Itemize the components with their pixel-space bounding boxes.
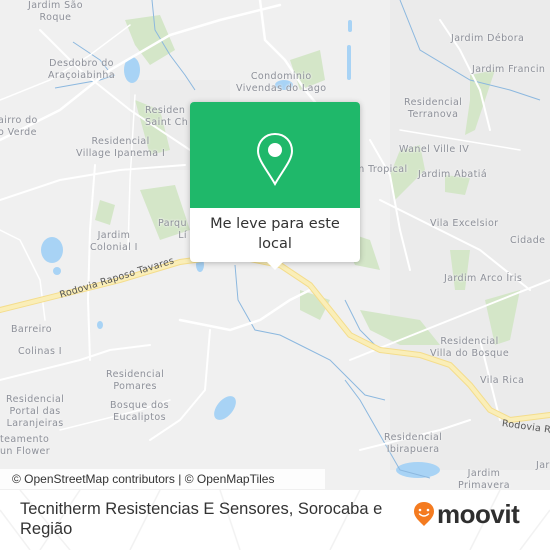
moovit-logo[interactable]: moovit: [413, 499, 520, 529]
place-label-bosque-dos-eucaliptos: Bosque dos Eucaliptos: [110, 400, 169, 423]
place-label-bairro-do-verde: airro do o Verde: [0, 115, 38, 138]
place-label-vila-excelsior: Vila Excelsior: [430, 218, 499, 229]
place-label-residencial-pomares: Residencial Pomares: [106, 369, 165, 392]
popup-header: [190, 102, 360, 208]
place-label-colinas-i: Colinas I: [18, 346, 62, 357]
map-view[interactable]: Jardim São Roque Desdobro do Araçoiabinh…: [0, 0, 550, 490]
place-label-jardim-abatia: Jardim Abatiá: [418, 169, 488, 180]
place-label-residencial-terranova: Residencial Terranova: [404, 97, 463, 120]
place-label-jardim-francin: Jardim Francin: [472, 64, 546, 75]
popup-pointer: [267, 262, 283, 270]
place-label-residencial-portal-das-laranjeiras: Residencial Portal das Laranjeiras: [6, 394, 65, 429]
place-label-jardim-tropical: m Tropical: [355, 164, 408, 175]
popup-label-line-2: local: [258, 236, 292, 252]
place-label-desdobro-do-aracoiabinha: Desdobro do Araçoiabinha: [48, 58, 116, 81]
place-label-residencial-village-ipanema: Residencial Village Ipanema I: [76, 136, 166, 159]
moovit-wordmark: moovit: [437, 499, 520, 529]
place-label-condominio-vivendas-do-lago: Condominio Vivendas do Lago: [236, 71, 327, 94]
place-label-cidade: Cidade: [510, 235, 546, 246]
osm-attribution-link[interactable]: © OpenStreetMap contributors: [12, 472, 175, 486]
place-label-residencial-ibirapuera: Residencial Ibirapuera: [384, 432, 443, 455]
omt-attribution-link[interactable]: © OpenMapTiles: [185, 472, 275, 486]
moovit-pin-icon: [414, 502, 434, 526]
place-label-vila-rica: Vila Rica: [480, 375, 525, 386]
attribution-separator: |: [174, 472, 185, 486]
place-label-residencial-villa-do-bosque: Residencial Villa do Bosque: [430, 336, 510, 359]
place-label-jardim-debora: Jardim Débora: [451, 33, 525, 44]
navigate-here-popup[interactable]: Me leve para este local: [190, 102, 360, 270]
map-attribution: © OpenStreetMap contributors | © OpenMap…: [0, 469, 325, 489]
popup-label-line-1: Me leve para este: [210, 216, 340, 232]
popup-label[interactable]: Me leve para este local: [190, 208, 360, 254]
place-label-jardim-sao-roque: Jardim São Roque: [28, 0, 83, 23]
place-label-jar: Jar: [536, 460, 550, 471]
map-pin-icon: [256, 132, 294, 187]
place-label-jardim-arco-iris: Jardim Arco Íris: [444, 273, 523, 284]
place-label-loteamento-sun-flower: teamento un Flower: [0, 434, 51, 457]
place-title: Tecnitherm Resistencias E Sensores, Soro…: [20, 500, 383, 538]
place-label-wanel-ville-iv: Wanel Ville IV: [399, 144, 470, 155]
footer: Tecnitherm Resistencias E Sensores, Soro…: [0, 490, 550, 550]
place-label-residencial-saint-ch: Residen Saint Ch: [145, 105, 189, 128]
place-label-parque-li: Parqu Lí: [158, 218, 187, 241]
place-label-jardim-colonial: Jardim Colonial I: [90, 230, 138, 253]
place-label-jardim-primavera: Jardim Primavera: [458, 468, 510, 490]
place-label-barreiro: Barreiro: [11, 324, 52, 335]
